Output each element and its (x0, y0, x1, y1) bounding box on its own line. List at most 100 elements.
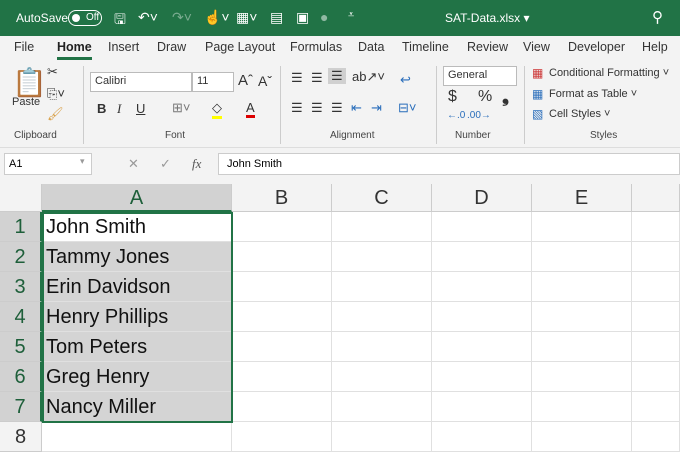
align-left-icon[interactable]: ☰ (291, 100, 303, 116)
cell-b2[interactable] (232, 242, 332, 272)
customize-icon[interactable]: ⩡ (348, 9, 354, 22)
row-header-2[interactable]: 2 (0, 242, 42, 272)
tab-review[interactable]: Review (467, 40, 508, 54)
cell-f4[interactable] (632, 302, 680, 332)
tab-timeline[interactable]: Timeline (402, 40, 449, 54)
currency-button[interactable]: $ (448, 88, 457, 106)
tab-file[interactable]: File (14, 40, 34, 54)
cell-f3[interactable] (632, 272, 680, 302)
column-header-d[interactable]: D (432, 184, 532, 212)
select-all-button[interactable] (0, 184, 42, 212)
cell-b7[interactable] (232, 392, 332, 422)
row-header-8[interactable]: 8 (0, 422, 42, 452)
cell-d8[interactable] (432, 422, 532, 452)
align-right-icon[interactable]: ☰ (331, 100, 343, 116)
tab-draw[interactable]: Draw (157, 40, 186, 54)
row-header-5[interactable]: 5 (0, 332, 42, 362)
cell-d1[interactable] (432, 212, 532, 242)
cell-f2[interactable] (632, 242, 680, 272)
cell-f5[interactable] (632, 332, 680, 362)
cell-a2[interactable]: Tammy Jones (42, 242, 232, 272)
comma-button[interactable]: ❟ (502, 86, 509, 107)
column-header-c[interactable]: C (332, 184, 432, 212)
search-icon[interactable]: ⚲ (652, 8, 663, 26)
cell-a1[interactable]: John Smith (42, 212, 232, 242)
percent-button[interactable]: % (478, 88, 492, 106)
conditional-formatting-button[interactable]: Conditional Formatting ˅ (549, 67, 669, 79)
row-header-7[interactable]: 7 (0, 392, 42, 422)
column-header-f[interactable] (632, 184, 680, 212)
cell-c5[interactable] (332, 332, 432, 362)
column-header-b[interactable]: B (232, 184, 332, 212)
middle-align-icon[interactable]: ☰ (311, 70, 323, 86)
cell-e4[interactable] (532, 302, 632, 332)
cell-d7[interactable] (432, 392, 532, 422)
tab-view[interactable]: View (523, 40, 550, 54)
cell-styles-button[interactable]: Cell Styles ˅ (549, 108, 610, 120)
underline-button[interactable]: U (136, 101, 145, 116)
cell-d2[interactable] (432, 242, 532, 272)
cell-c3[interactable] (332, 272, 432, 302)
format-as-table-button[interactable]: Format as Table ˅ (549, 88, 637, 100)
copy-icon[interactable]: ⎘˅ (47, 86, 65, 102)
cell-c2[interactable] (332, 242, 432, 272)
merge-center-icon[interactable]: ⊟˅ (398, 100, 416, 116)
cancel-icon[interactable]: ✕ (128, 156, 139, 172)
align-center-icon[interactable]: ☰ (311, 100, 323, 116)
name-box-dropdown-icon[interactable]: ▾ (80, 156, 85, 167)
insert-function-button[interactable]: fx (192, 156, 201, 172)
redo-icon[interactable]: ↷˅ (172, 9, 192, 26)
row-header-4[interactable]: 4 (0, 302, 42, 332)
cell-c4[interactable] (332, 302, 432, 332)
table-icon[interactable]: ▣ (296, 9, 309, 26)
cell-e6[interactable] (532, 362, 632, 392)
format-painter-icon[interactable]: 🖌 (47, 106, 64, 122)
cell-e5[interactable] (532, 332, 632, 362)
form-icon[interactable]: ▤ (270, 9, 283, 26)
cell-b3[interactable] (232, 272, 332, 302)
autosave-toggle[interactable]: Off (68, 10, 102, 26)
cell-b8[interactable] (232, 422, 332, 452)
cell-b6[interactable] (232, 362, 332, 392)
cell-c7[interactable] (332, 392, 432, 422)
paste-button[interactable]: Paste (12, 96, 40, 108)
cut-icon[interactable]: ✂ (47, 64, 58, 80)
undo-icon[interactable]: ↶˅ (138, 9, 158, 26)
tab-insert[interactable]: Insert (108, 40, 139, 54)
tab-home[interactable]: Home (57, 40, 92, 60)
cell-f6[interactable] (632, 362, 680, 392)
enter-icon[interactable]: ✓ (160, 156, 171, 172)
row-header-6[interactable]: 6 (0, 362, 42, 392)
cell-d6[interactable] (432, 362, 532, 392)
decrease-decimal-icon[interactable]: .00→ (467, 110, 491, 121)
italic-button[interactable]: I (117, 101, 121, 117)
tab-help[interactable]: Help (642, 40, 668, 54)
decrease-font-icon[interactable]: Aˇ (258, 73, 272, 89)
row-header-3[interactable]: 3 (0, 272, 42, 302)
cell-d3[interactable] (432, 272, 532, 302)
name-box[interactable]: A1 (4, 153, 92, 175)
column-header-e[interactable]: E (532, 184, 632, 212)
cell-a6[interactable]: Greg Henry (42, 362, 232, 392)
cell-c1[interactable] (332, 212, 432, 242)
tab-developer[interactable]: Developer (568, 40, 625, 54)
font-color-icon[interactable]: A (246, 100, 255, 118)
tab-data[interactable]: Data (358, 40, 384, 54)
cell-a8[interactable] (42, 422, 232, 452)
tab-page-layout[interactable]: Page Layout (205, 40, 275, 54)
cell-f1[interactable] (632, 212, 680, 242)
cell-a4[interactable]: Henry Phillips (42, 302, 232, 332)
cell-d5[interactable] (432, 332, 532, 362)
formula-input[interactable]: John Smith (218, 153, 680, 175)
increase-font-icon[interactable]: Aˆ (238, 72, 253, 89)
cell-e3[interactable] (532, 272, 632, 302)
font-name-select[interactable]: Calibri (90, 72, 192, 92)
borders-icon[interactable]: ⊞˅ (172, 100, 190, 116)
touch-mode-icon[interactable]: ☝˅ (204, 9, 230, 26)
cell-f7[interactable] (632, 392, 680, 422)
tab-formulas[interactable]: Formulas (290, 40, 342, 54)
cell-e2[interactable] (532, 242, 632, 272)
cell-a3[interactable]: Erin Davidson (42, 272, 232, 302)
increase-indent-icon[interactable]: ⇥ (371, 100, 382, 116)
cell-c6[interactable] (332, 362, 432, 392)
